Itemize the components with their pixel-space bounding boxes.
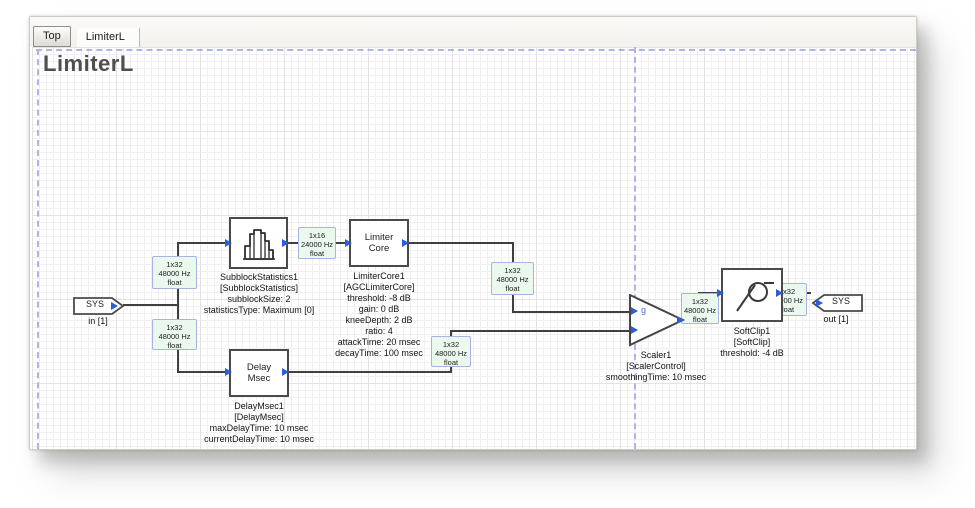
input-pin-icon[interactable] xyxy=(631,326,638,334)
block-softclip[interactable] xyxy=(721,268,783,322)
wire-type-label: 1x32 48000 Hz float xyxy=(491,262,534,295)
wire-type-label: 1x32 48000 Hz float xyxy=(152,319,197,350)
histogram-icon xyxy=(240,226,278,262)
wire-type-label: 1x32 48000 Hz float xyxy=(681,293,719,324)
limitercore-inner-label: Limiter Core xyxy=(351,221,407,265)
input-pin-icon[interactable] xyxy=(816,299,823,307)
sys-out-caption: out [1] xyxy=(791,314,881,325)
tab-top[interactable]: Top xyxy=(33,26,71,47)
page-guide-middle xyxy=(634,47,636,449)
designer-window: Top LimiterL LimiterL 1x32 48000 Hz floa… xyxy=(29,16,917,450)
input-pin-icon[interactable] xyxy=(225,368,232,376)
wire-type-label: 1x16 24000 Hz float xyxy=(298,227,336,259)
block-limitercore[interactable]: Limiter Core xyxy=(349,219,409,267)
block-delaymsec[interactable]: Delay Msec xyxy=(229,349,289,397)
sys-in-caption: in [1] xyxy=(53,316,143,327)
output-pin-icon[interactable] xyxy=(776,289,783,297)
output-pin-icon[interactable] xyxy=(282,368,289,376)
delaymsec-caption: DelayMsec1 [DelayMsec] maxDelayTime: 10 … xyxy=(179,401,339,445)
wire-segment[interactable] xyxy=(450,330,629,332)
wire-segment[interactable] xyxy=(409,242,513,244)
wire-segment[interactable] xyxy=(123,304,177,306)
softclip-curve-icon xyxy=(731,275,775,315)
delaymsec-inner-label: Delay Msec xyxy=(231,351,287,395)
tab-bar: Top LimiterL xyxy=(30,17,916,47)
input-pin-icon[interactable] xyxy=(225,239,232,247)
wire-segment[interactable] xyxy=(289,371,451,373)
wire-segment[interactable] xyxy=(177,242,229,244)
page-title: LimiterL xyxy=(43,51,134,77)
softclip-caption: SoftClip1 [SoftClip] threshold: -4 dB xyxy=(672,326,832,359)
output-pin-icon[interactable] xyxy=(111,302,118,310)
block-sys-out[interactable]: SYS xyxy=(811,293,863,313)
schematic-canvas[interactable]: LimiterL 1x32 48000 Hz float 1x32 48000 … xyxy=(32,47,916,449)
block-subblockstatistics[interactable] xyxy=(229,217,288,269)
gain-pin-label: g xyxy=(641,305,646,315)
output-pin-icon[interactable] xyxy=(677,316,684,324)
wire-segment[interactable] xyxy=(177,371,229,373)
input-pin-icon[interactable] xyxy=(717,289,724,297)
output-pin-icon[interactable] xyxy=(402,239,409,247)
block-sys-in[interactable]: SYS xyxy=(73,296,125,316)
output-pin-icon[interactable] xyxy=(282,239,289,247)
input-pin-icon[interactable] xyxy=(345,239,352,247)
input-pin-icon[interactable] xyxy=(631,307,638,315)
limitercore-caption: LimiterCore1 [AGCLimiterCore] threshold:… xyxy=(299,271,459,359)
page-guide-top xyxy=(36,49,916,51)
tab-limiterl[interactable]: LimiterL xyxy=(77,28,140,47)
page-guide-left xyxy=(37,49,39,449)
wire-segment[interactable] xyxy=(512,311,629,313)
